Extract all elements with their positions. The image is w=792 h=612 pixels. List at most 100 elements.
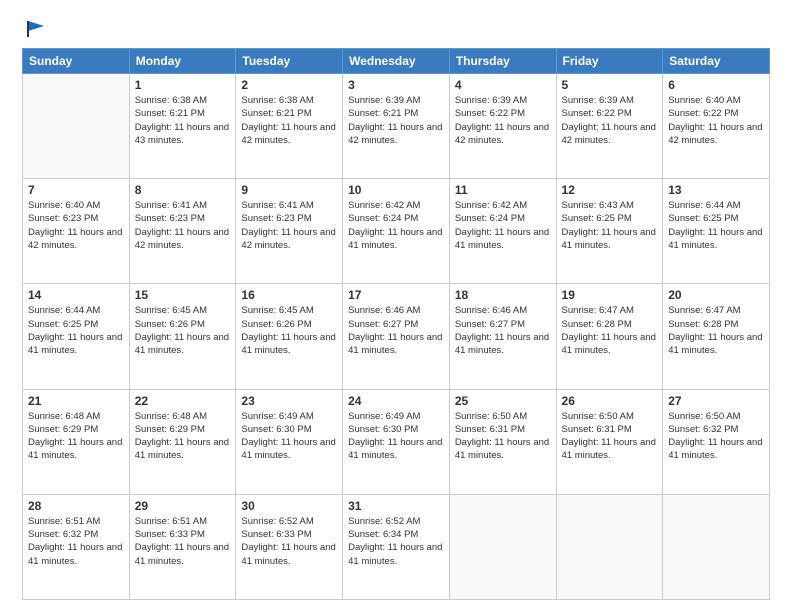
day-info: Sunrise: 6:38 AMSunset: 6:21 PMDaylight:…	[241, 94, 337, 147]
weekday-thursday: Thursday	[449, 49, 556, 74]
day-info: Sunrise: 6:45 AMSunset: 6:26 PMDaylight:…	[135, 304, 231, 357]
day-number: 21	[28, 394, 124, 408]
day-number: 3	[348, 78, 444, 92]
day-number: 15	[135, 288, 231, 302]
day-info: Sunrise: 6:41 AMSunset: 6:23 PMDaylight:…	[135, 199, 231, 252]
day-info: Sunrise: 6:49 AMSunset: 6:30 PMDaylight:…	[348, 410, 444, 463]
day-number: 5	[562, 78, 658, 92]
day-info: Sunrise: 6:39 AMSunset: 6:22 PMDaylight:…	[562, 94, 658, 147]
day-number: 14	[28, 288, 124, 302]
calendar-cell: 5 Sunrise: 6:39 AMSunset: 6:22 PMDayligh…	[556, 74, 663, 179]
calendar-cell: 24 Sunrise: 6:49 AMSunset: 6:30 PMDaylig…	[343, 389, 450, 494]
calendar-cell: 7 Sunrise: 6:40 AMSunset: 6:23 PMDayligh…	[23, 179, 130, 284]
calendar-cell: 25 Sunrise: 6:50 AMSunset: 6:31 PMDaylig…	[449, 389, 556, 494]
calendar-cell: 6 Sunrise: 6:40 AMSunset: 6:22 PMDayligh…	[663, 74, 770, 179]
calendar-cell: 23 Sunrise: 6:49 AMSunset: 6:30 PMDaylig…	[236, 389, 343, 494]
day-number: 31	[348, 499, 444, 513]
weekday-sunday: Sunday	[23, 49, 130, 74]
day-number: 22	[135, 394, 231, 408]
day-info: Sunrise: 6:51 AMSunset: 6:32 PMDaylight:…	[28, 515, 124, 568]
logo-flag-icon	[24, 18, 46, 40]
day-info: Sunrise: 6:40 AMSunset: 6:23 PMDaylight:…	[28, 199, 124, 252]
calendar-cell: 20 Sunrise: 6:47 AMSunset: 6:28 PMDaylig…	[663, 284, 770, 389]
day-number: 12	[562, 183, 658, 197]
calendar-body: 1 Sunrise: 6:38 AMSunset: 6:21 PMDayligh…	[23, 74, 770, 600]
day-info: Sunrise: 6:46 AMSunset: 6:27 PMDaylight:…	[348, 304, 444, 357]
day-number: 11	[455, 183, 551, 197]
day-number: 17	[348, 288, 444, 302]
day-number: 13	[668, 183, 764, 197]
calendar-cell: 27 Sunrise: 6:50 AMSunset: 6:32 PMDaylig…	[663, 389, 770, 494]
day-number: 1	[135, 78, 231, 92]
calendar-cell: 17 Sunrise: 6:46 AMSunset: 6:27 PMDaylig…	[343, 284, 450, 389]
weekday-friday: Friday	[556, 49, 663, 74]
calendar-cell: 31 Sunrise: 6:52 AMSunset: 6:34 PMDaylig…	[343, 494, 450, 599]
calendar-cell: 30 Sunrise: 6:52 AMSunset: 6:33 PMDaylig…	[236, 494, 343, 599]
calendar-cell	[449, 494, 556, 599]
calendar-cell: 29 Sunrise: 6:51 AMSunset: 6:33 PMDaylig…	[129, 494, 236, 599]
calendar-cell: 4 Sunrise: 6:39 AMSunset: 6:22 PMDayligh…	[449, 74, 556, 179]
day-number: 23	[241, 394, 337, 408]
day-info: Sunrise: 6:50 AMSunset: 6:32 PMDaylight:…	[668, 410, 764, 463]
day-number: 30	[241, 499, 337, 513]
day-info: Sunrise: 6:52 AMSunset: 6:34 PMDaylight:…	[348, 515, 444, 568]
day-info: Sunrise: 6:39 AMSunset: 6:21 PMDaylight:…	[348, 94, 444, 147]
calendar-cell: 12 Sunrise: 6:43 AMSunset: 6:25 PMDaylig…	[556, 179, 663, 284]
day-number: 28	[28, 499, 124, 513]
weekday-row: Sunday Monday Tuesday Wednesday Thursday…	[23, 49, 770, 74]
day-number: 25	[455, 394, 551, 408]
calendar-cell: 9 Sunrise: 6:41 AMSunset: 6:23 PMDayligh…	[236, 179, 343, 284]
calendar-header: Sunday Monday Tuesday Wednesday Thursday…	[23, 49, 770, 74]
day-number: 6	[668, 78, 764, 92]
day-number: 29	[135, 499, 231, 513]
logo	[22, 18, 46, 38]
page: Sunday Monday Tuesday Wednesday Thursday…	[0, 0, 792, 612]
day-number: 8	[135, 183, 231, 197]
day-number: 18	[455, 288, 551, 302]
day-info: Sunrise: 6:48 AMSunset: 6:29 PMDaylight:…	[135, 410, 231, 463]
day-info: Sunrise: 6:43 AMSunset: 6:25 PMDaylight:…	[562, 199, 658, 252]
calendar-cell: 21 Sunrise: 6:48 AMSunset: 6:29 PMDaylig…	[23, 389, 130, 494]
day-info: Sunrise: 6:52 AMSunset: 6:33 PMDaylight:…	[241, 515, 337, 568]
calendar-cell: 28 Sunrise: 6:51 AMSunset: 6:32 PMDaylig…	[23, 494, 130, 599]
day-info: Sunrise: 6:42 AMSunset: 6:24 PMDaylight:…	[348, 199, 444, 252]
calendar-cell: 16 Sunrise: 6:45 AMSunset: 6:26 PMDaylig…	[236, 284, 343, 389]
calendar-cell: 13 Sunrise: 6:44 AMSunset: 6:25 PMDaylig…	[663, 179, 770, 284]
day-info: Sunrise: 6:50 AMSunset: 6:31 PMDaylight:…	[562, 410, 658, 463]
day-info: Sunrise: 6:47 AMSunset: 6:28 PMDaylight:…	[562, 304, 658, 357]
day-number: 4	[455, 78, 551, 92]
day-number: 16	[241, 288, 337, 302]
calendar-cell: 10 Sunrise: 6:42 AMSunset: 6:24 PMDaylig…	[343, 179, 450, 284]
calendar-week-1: 7 Sunrise: 6:40 AMSunset: 6:23 PMDayligh…	[23, 179, 770, 284]
calendar-week-2: 14 Sunrise: 6:44 AMSunset: 6:25 PMDaylig…	[23, 284, 770, 389]
day-number: 27	[668, 394, 764, 408]
calendar-cell: 3 Sunrise: 6:39 AMSunset: 6:21 PMDayligh…	[343, 74, 450, 179]
day-info: Sunrise: 6:44 AMSunset: 6:25 PMDaylight:…	[668, 199, 764, 252]
day-number: 2	[241, 78, 337, 92]
calendar-week-3: 21 Sunrise: 6:48 AMSunset: 6:29 PMDaylig…	[23, 389, 770, 494]
day-info: Sunrise: 6:51 AMSunset: 6:33 PMDaylight:…	[135, 515, 231, 568]
day-info: Sunrise: 6:47 AMSunset: 6:28 PMDaylight:…	[668, 304, 764, 357]
day-info: Sunrise: 6:46 AMSunset: 6:27 PMDaylight:…	[455, 304, 551, 357]
day-number: 26	[562, 394, 658, 408]
calendar-cell: 26 Sunrise: 6:50 AMSunset: 6:31 PMDaylig…	[556, 389, 663, 494]
calendar-cell: 1 Sunrise: 6:38 AMSunset: 6:21 PMDayligh…	[129, 74, 236, 179]
day-info: Sunrise: 6:38 AMSunset: 6:21 PMDaylight:…	[135, 94, 231, 147]
day-info: Sunrise: 6:40 AMSunset: 6:22 PMDaylight:…	[668, 94, 764, 147]
calendar-cell: 18 Sunrise: 6:46 AMSunset: 6:27 PMDaylig…	[449, 284, 556, 389]
calendar-cell: 22 Sunrise: 6:48 AMSunset: 6:29 PMDaylig…	[129, 389, 236, 494]
weekday-saturday: Saturday	[663, 49, 770, 74]
calendar-cell: 8 Sunrise: 6:41 AMSunset: 6:23 PMDayligh…	[129, 179, 236, 284]
day-info: Sunrise: 6:45 AMSunset: 6:26 PMDaylight:…	[241, 304, 337, 357]
day-info: Sunrise: 6:39 AMSunset: 6:22 PMDaylight:…	[455, 94, 551, 147]
day-number: 7	[28, 183, 124, 197]
day-info: Sunrise: 6:50 AMSunset: 6:31 PMDaylight:…	[455, 410, 551, 463]
calendar-cell: 11 Sunrise: 6:42 AMSunset: 6:24 PMDaylig…	[449, 179, 556, 284]
weekday-tuesday: Tuesday	[236, 49, 343, 74]
day-number: 10	[348, 183, 444, 197]
day-number: 19	[562, 288, 658, 302]
day-info: Sunrise: 6:49 AMSunset: 6:30 PMDaylight:…	[241, 410, 337, 463]
day-info: Sunrise: 6:44 AMSunset: 6:25 PMDaylight:…	[28, 304, 124, 357]
calendar-cell: 15 Sunrise: 6:45 AMSunset: 6:26 PMDaylig…	[129, 284, 236, 389]
calendar-table: Sunday Monday Tuesday Wednesday Thursday…	[22, 48, 770, 600]
